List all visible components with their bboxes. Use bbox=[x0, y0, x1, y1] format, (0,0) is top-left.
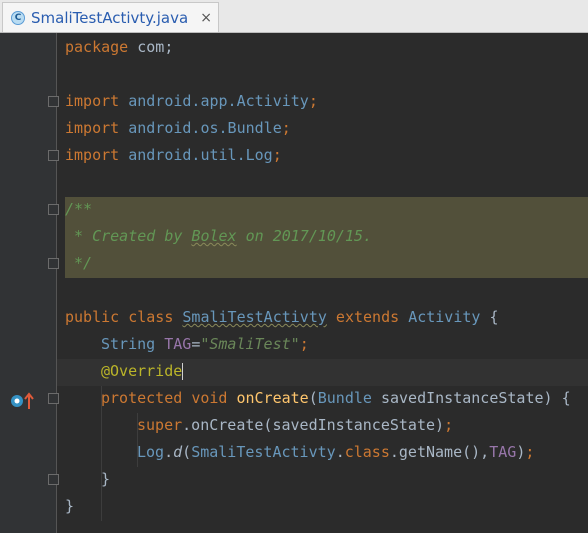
code-line-super-call: super.onCreate(savedInstanceState); bbox=[137, 416, 454, 434]
line-gutter bbox=[0, 33, 56, 533]
fold-marker[interactable] bbox=[48, 393, 59, 404]
tab-filename: SmaliTestActivty.java bbox=[31, 8, 189, 27]
code-line-comment: /** bbox=[65, 200, 93, 218]
fold-marker[interactable] bbox=[48, 96, 59, 107]
code-line-import: import android.app.Activity; bbox=[65, 92, 318, 110]
code-line-package: package com; bbox=[65, 38, 174, 56]
tab-smali-test-activty[interactable]: C SmaliTestActivty.java × bbox=[2, 2, 219, 32]
fold-marker[interactable] bbox=[48, 150, 59, 161]
code-line-close-brace: } bbox=[101, 470, 111, 488]
code-line-field: String TAG="SmaliTest"; bbox=[101, 335, 309, 353]
code-line-annotation: @Override bbox=[101, 362, 184, 380]
code-line-comment: * Created by Bolex on 2017/10/15. bbox=[65, 227, 373, 245]
code-line-method: protected void onCreate(Bundle savedInst… bbox=[101, 389, 571, 407]
close-icon[interactable]: × bbox=[200, 10, 212, 26]
code-line-log-call: Log.d(SmaliTestActivty.class.getName(),T… bbox=[137, 443, 535, 461]
code-editor[interactable]: package com; import android.app.Activity… bbox=[0, 33, 588, 533]
fold-marker[interactable] bbox=[48, 204, 59, 215]
override-method-icon[interactable] bbox=[10, 391, 40, 414]
code-line-comment: */ bbox=[65, 254, 93, 272]
text-caret bbox=[182, 363, 184, 380]
java-class-icon: C bbox=[11, 10, 25, 25]
code-line-close-brace: } bbox=[65, 497, 75, 515]
editor-tab-bar: C SmaliTestActivty.java × bbox=[0, 0, 588, 33]
code-line-import: import android.util.Log; bbox=[65, 146, 282, 164]
gutter-divider bbox=[56, 33, 57, 533]
fold-marker[interactable] bbox=[48, 474, 59, 485]
code-line-import: import android.os.Bundle; bbox=[65, 119, 291, 137]
code-line-class-declaration: public class SmaliTestActivty extends Ac… bbox=[65, 308, 499, 326]
fold-marker[interactable] bbox=[48, 258, 59, 269]
